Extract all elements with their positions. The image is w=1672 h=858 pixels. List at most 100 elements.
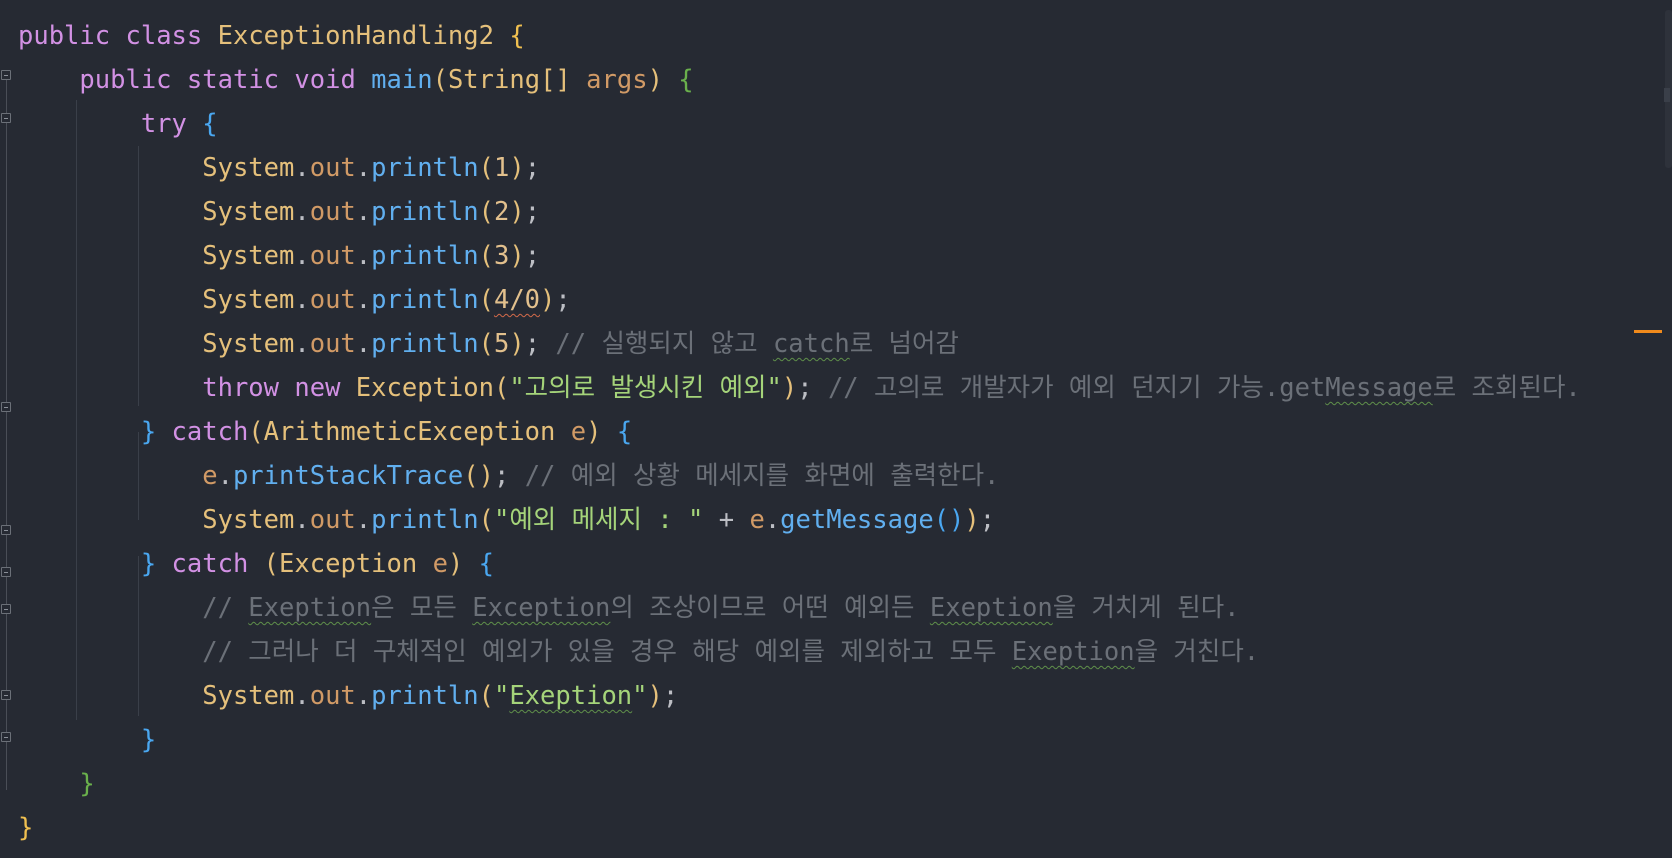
- code-token: 로 넘어감: [849, 329, 959, 359]
- code-token: // 예외 상황 메세지를 화면에 출력한다.: [524, 461, 1000, 491]
- code-token: try: [140, 109, 187, 139]
- code-line[interactable]: try {: [18, 102, 1581, 146]
- code-token: out: [309, 241, 356, 271]
- code-line[interactable]: } catch (Exception e) {: [18, 542, 1581, 586]
- code-line[interactable]: System.out.println(5); // 실행되지 않고 catch로…: [18, 322, 1581, 366]
- code-token: +: [703, 505, 750, 535]
- code-token: println: [371, 241, 479, 271]
- fold-toggle-icon[interactable]: [1, 402, 11, 412]
- code-token: System: [202, 329, 295, 359]
- code-line[interactable]: // Exeption은 모든 Exception의 조상이므로 어떤 예외든 …: [18, 586, 1581, 630]
- code-line[interactable]: System.out.println(2);: [18, 190, 1581, 234]
- code-line[interactable]: } catch(ArithmeticException e) {: [18, 410, 1581, 454]
- code-token: println: [371, 197, 479, 227]
- code-token: {: [678, 65, 694, 95]
- code-token: ;: [555, 285, 571, 315]
- fold-toggle-icon[interactable]: [1, 690, 11, 700]
- code-token: out: [309, 197, 356, 227]
- code-token: ;: [493, 461, 510, 491]
- code-token: .: [294, 153, 310, 183]
- code-token: (: [478, 285, 494, 315]
- code-token: 2: [493, 197, 510, 227]
- code-token: class: [125, 21, 203, 51]
- code-line[interactable]: public class ExceptionHandling2 {: [18, 14, 1581, 58]
- code-token: //: [202, 593, 249, 623]
- code-token: e: [432, 549, 448, 579]
- code-line[interactable]: throw new Exception("고의로 발생시킨 예외"); // 고…: [18, 366, 1581, 410]
- code-line[interactable]: System.out.println("예외 메세지 : " + e.getMe…: [18, 498, 1581, 542]
- code-token: 을 거친다.: [1134, 637, 1260, 667]
- code-line[interactable]: System.out.println("Exeption");: [18, 674, 1581, 718]
- fold-toggle-icon[interactable]: [1, 567, 11, 577]
- code-line[interactable]: }: [18, 762, 1581, 806]
- fold-toggle-icon[interactable]: [1, 113, 11, 123]
- code-token: ;: [524, 153, 541, 183]
- code-token: System: [202, 681, 295, 711]
- code-token: catch: [171, 417, 249, 447]
- code-token: e: [749, 505, 765, 535]
- code-token: 5: [493, 329, 510, 359]
- code-token: "예외 메세지 : ": [493, 505, 704, 535]
- code-token: out: [309, 285, 356, 315]
- code-line[interactable]: System.out.println(3);: [18, 234, 1581, 278]
- code-token: catch: [171, 549, 249, 579]
- fold-toggle-icon[interactable]: [1, 732, 11, 742]
- code-line[interactable]: System.out.println(1);: [18, 146, 1581, 190]
- code-token: ): [447, 549, 464, 579]
- code-line[interactable]: }: [18, 718, 1581, 762]
- code-content[interactable]: public class ExceptionHandling2 { public…: [18, 14, 1581, 850]
- code-token: System: [202, 241, 295, 271]
- fold-toggle-icon[interactable]: [1, 525, 11, 535]
- code-token: (: [478, 505, 494, 535]
- code-token: ;: [797, 373, 813, 403]
- code-token: public: [79, 65, 172, 95]
- code-line[interactable]: e.printStackTrace(); // 예외 상황 메세지를 화면에 출…: [18, 454, 1581, 498]
- code-token: (: [478, 153, 494, 183]
- code-token: .: [355, 197, 372, 227]
- code-token: Exeption: [929, 593, 1053, 623]
- code-line[interactable]: public static void main(String[] args) {: [18, 58, 1581, 102]
- code-token: ": [493, 681, 510, 711]
- code-token: .: [294, 197, 310, 227]
- code-token: printStackTrace: [232, 461, 464, 491]
- code-token: e: [202, 461, 218, 491]
- code-token: ): [540, 285, 556, 315]
- code-token: .: [355, 329, 372, 359]
- code-token: .: [294, 329, 310, 359]
- fold-toggle-icon[interactable]: [1, 70, 11, 80]
- code-token: ): [647, 681, 663, 711]
- warning-marker-icon[interactable]: [1634, 330, 1662, 333]
- fold-toggle-icon[interactable]: [1, 604, 11, 614]
- code-token: // 그러나 더 구체적인 예외가 있을 경우 해당 예외를 제외하고 모두: [202, 637, 1012, 667]
- code-token: (: [478, 329, 494, 359]
- code-editor[interactable]: public class ExceptionHandling2 { public…: [0, 0, 1672, 858]
- code-token: // 고의로 개발자가 예외 던지기 가능.get: [827, 373, 1326, 403]
- code-token: .: [355, 241, 372, 271]
- code-token: main: [371, 65, 433, 95]
- code-line[interactable]: // 그러나 더 구체적인 예외가 있을 경우 해당 예외를 제외하고 모두 E…: [18, 630, 1581, 674]
- code-token: static: [186, 65, 280, 95]
- code-line[interactable]: System.out.println(4/0);: [18, 278, 1581, 322]
- code-token: 로 조회된다.: [1432, 373, 1581, 403]
- vertical-scrollbar[interactable]: [1664, 0, 1672, 858]
- code-token: }: [79, 769, 95, 799]
- code-token: out: [309, 505, 356, 535]
- code-line[interactable]: }: [18, 806, 1581, 850]
- code-token: (): [463, 461, 494, 491]
